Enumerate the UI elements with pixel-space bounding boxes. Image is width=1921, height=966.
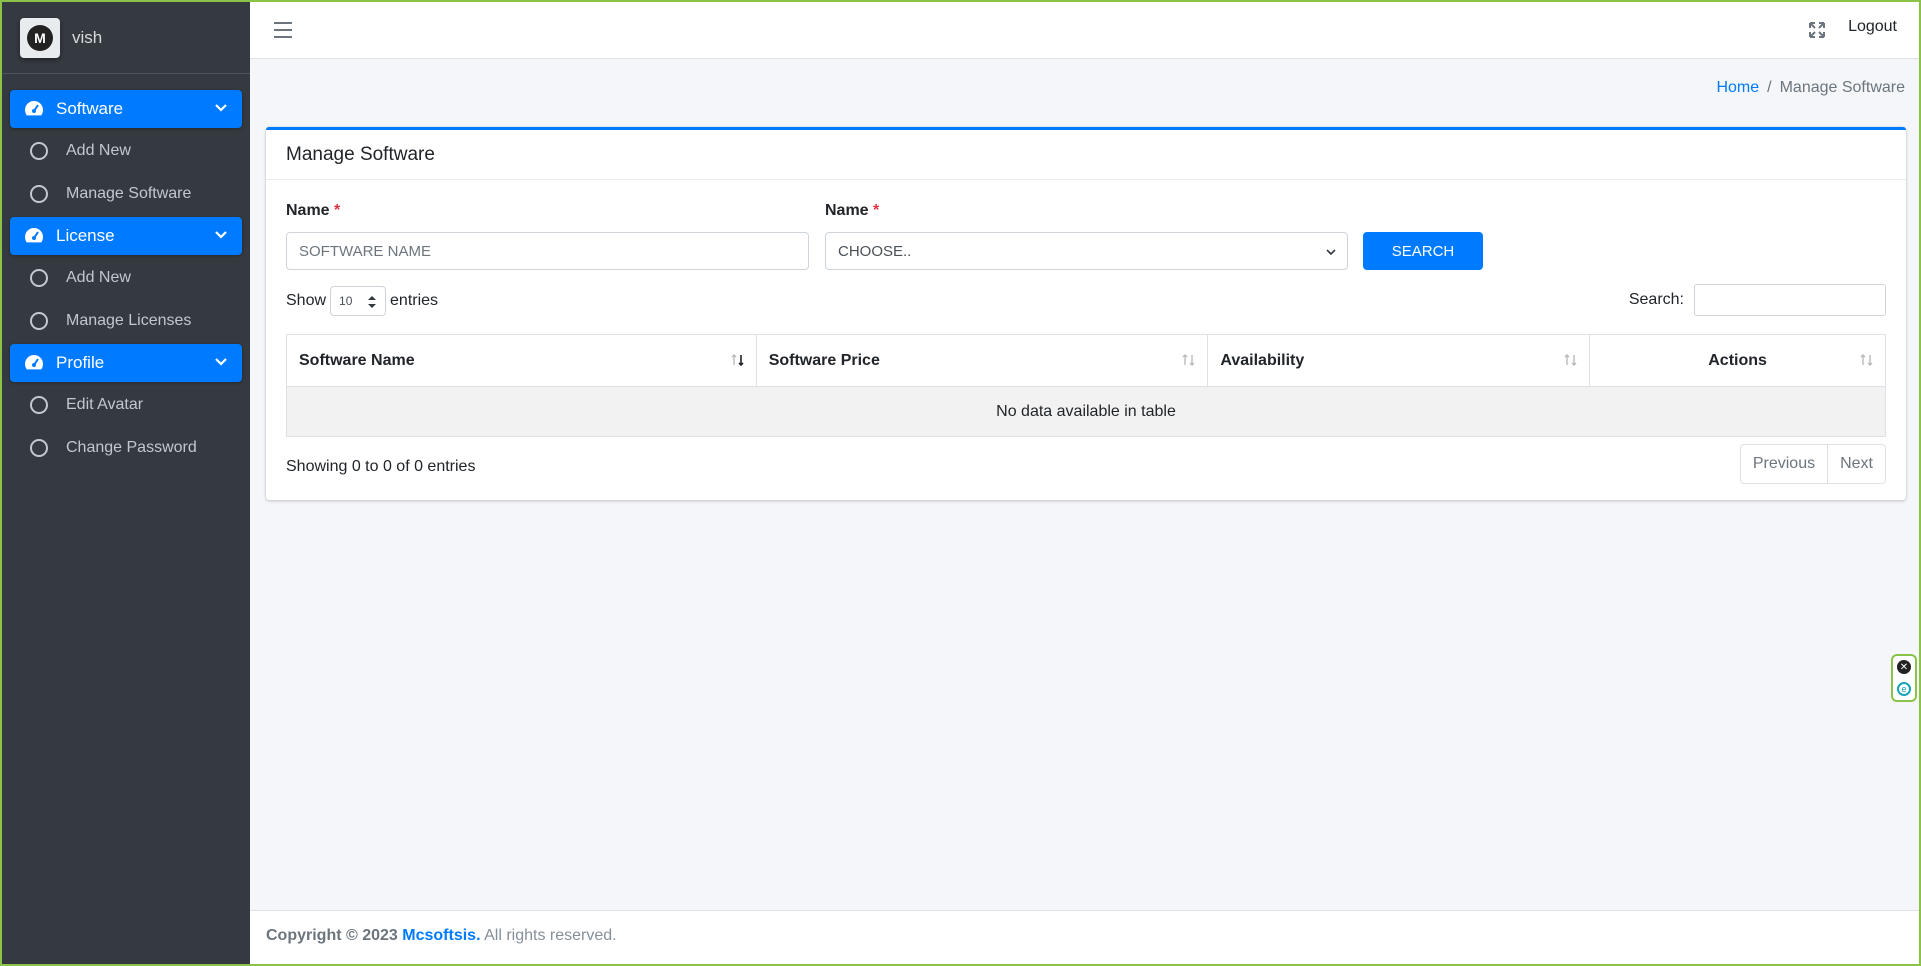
sidebar-item-edit-avatar[interactable]: Edit Avatar [10,385,242,425]
show-label: Show [286,292,327,309]
sidebar-nav: Software Add New Manage Software License… [2,74,250,468]
sidebar-item-manage-licenses[interactable]: Manage Licenses [10,301,242,341]
sidebar-item-label: Edit Avatar [66,396,144,413]
extension-e-icon[interactable]: e [1897,682,1911,696]
search-button[interactable]: SEARCH [1363,232,1483,270]
previous-page-button[interactable]: Previous [1739,444,1829,484]
table-info: Showing 0 to 0 of 0 entries [286,458,476,475]
up-down-arrows-icon [368,296,377,308]
page-size-select[interactable]: 10 [330,286,387,316]
name-field-label: Name * [286,202,341,219]
floating-widget: ✕ e [1891,654,1917,702]
footer-rights: All rights reserved. [484,927,617,944]
name-select-label: Name * [825,202,880,219]
main-content: Home / Manage Software Manage Software Nam… [250,59,1919,910]
brand-logo: M [20,17,60,58]
breadcrumb-home-link[interactable]: Home [1716,79,1759,96]
search-label: Search: [1628,291,1684,308]
sort-icon [1564,354,1577,366]
circle-icon [30,142,48,160]
footer: Copyright © 2023 Mcsoftsis. All rights r… [250,910,1919,964]
column-header-availability[interactable]: Availability [1207,334,1591,387]
page-size-value: 10 [339,294,353,308]
breadcrumb: Home / Manage Software [1716,79,1905,97]
sidebar-item-add-license[interactable]: Add New [10,258,242,298]
close-icon[interactable]: ✕ [1897,660,1911,674]
table-header-row: Software Name Software Price Availabilit… [286,334,1886,387]
software-table: Software Name Software Price Availabilit… [286,334,1886,437]
input-placeholder: SOFTWARE NAME [299,242,431,260]
sidebar-item-label: Add New [66,142,131,159]
next-page-button[interactable]: Next [1828,444,1886,484]
sidebar-item-label: Manage Licenses [66,312,192,329]
required-mark: * [873,202,880,219]
fullscreen-expand-icon[interactable] [1807,20,1827,40]
sidebar-group-label: Profile [56,353,105,372]
sort-icon [1182,354,1195,366]
sidebar-item-manage-software[interactable]: Manage Software [10,174,242,214]
select-value: CHOOSE.. [838,242,912,260]
chevron-down-icon [215,104,227,112]
brand-logo-letter: M [27,24,53,51]
sidebar-item-add-software[interactable]: Add New [10,131,242,171]
sidebar: M vish Software Add New Manage Software … [2,2,250,964]
sidebar-group-profile[interactable]: Profile [10,344,242,382]
show-entries-control: Show 10 entries [286,286,438,316]
logout-link[interactable]: Logout [1848,18,1897,36]
chevron-down-icon [215,231,227,239]
manage-software-card: Manage Software Name * SOFTWARE NAME Nam… [266,127,1906,500]
sort-icon [1860,354,1873,366]
circle-icon [30,439,48,457]
sidebar-item-label: Add New [66,269,131,286]
dashboard-gauge-icon [25,228,43,243]
sort-descending-icon [731,354,744,367]
table-row: No data available in table [286,386,1886,437]
card-title: Manage Software [266,130,1906,180]
circle-icon [30,396,48,414]
sidebar-group-label: Software [56,99,124,118]
software-name-input[interactable]: SOFTWARE NAME [286,232,809,270]
breadcrumb-separator: / [1767,79,1772,96]
dashboard-gauge-icon [25,355,43,370]
footer-copyright: Copyright © 2023 [266,927,398,944]
chevron-down-icon [215,358,227,366]
circle-icon [30,312,48,330]
sidebar-item-label: Manage Software [66,185,192,202]
column-header-actions[interactable]: Actions [1589,334,1886,387]
username: vish [72,27,103,47]
sidebar-group-software[interactable]: Software [10,90,242,128]
breadcrumb-current: Manage Software [1779,79,1905,96]
entries-label: entries [390,292,439,309]
sidebar-item-label: Change Password [66,439,197,456]
sidebar-group-label: License [56,226,115,245]
hamburger-menu-icon[interactable] [274,22,292,38]
table-search: Search: [1629,284,1886,316]
pagination: Previous Next [1739,444,1886,484]
brand[interactable]: M vish [2,2,250,74]
top-navbar: Logout [250,2,1919,59]
column-header-software-name[interactable]: Software Name [286,334,757,387]
circle-icon [30,269,48,287]
table-search-input[interactable] [1694,284,1886,316]
circle-icon [30,185,48,203]
sidebar-group-license[interactable]: License [10,217,242,255]
dashboard-gauge-icon [25,101,43,116]
required-mark: * [334,202,341,219]
empty-table-message: No data available in table [286,386,1886,437]
footer-brand-link[interactable]: Mcsoftsis. [402,927,480,944]
name-select[interactable]: CHOOSE.. [825,232,1348,270]
column-header-software-price[interactable]: Software Price [755,334,1209,387]
chevron-down-icon [1326,249,1336,256]
sidebar-item-change-password[interactable]: Change Password [10,428,242,468]
